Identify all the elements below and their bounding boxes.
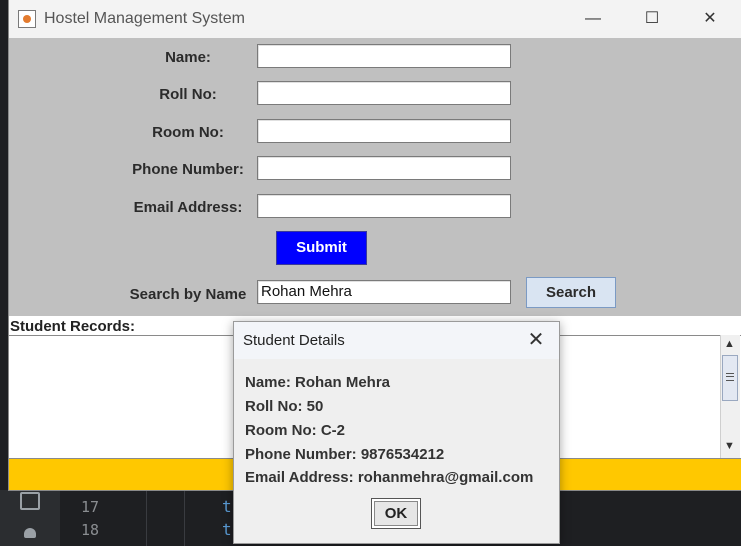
grip-icon [726,373,734,381]
minimize-button[interactable]: — [571,6,615,32]
code-line[interactable]: t [222,497,232,516]
name-label: Name: [165,49,211,66]
scroll-down-icon[interactable]: ▼ [724,440,735,452]
name-field[interactable] [257,44,511,68]
ide-sidebar [0,490,60,546]
phone-field[interactable] [257,156,511,180]
roll-field[interactable] [257,81,511,105]
roll-label: Roll No: [159,86,217,103]
student-details-dialog: Student Details ✕ Name: Rohan Mehra Roll… [233,321,560,544]
line-number: 18 [80,521,100,539]
detail-roll: Roll No: 50 [245,398,324,415]
code-line[interactable]: t [222,520,232,539]
ide-divider [146,490,147,546]
search-label: Search by Name [129,286,247,303]
line-number: 17 [80,498,100,516]
phone-label: Phone Number: [132,161,244,178]
email-field[interactable] [257,194,511,218]
ok-button[interactable]: OK [371,498,421,529]
detail-email: Email Address: rohanmehra@gmail.com [245,469,534,486]
dialog-title: Student Details [243,332,345,349]
room-field[interactable] [257,119,511,143]
email-label: Email Address: [133,199,243,216]
student-records-label: Student Records: [10,318,136,335]
window-title: Hostel Management System [44,10,245,27]
detail-phone: Phone Number: 9876534212 [245,446,445,463]
java-app-icon [18,10,36,28]
close-button[interactable]: ✕ [688,6,732,32]
submit-button[interactable]: Submit [276,231,367,265]
structure-icon[interactable] [20,492,40,510]
room-label: Room No: [152,124,224,141]
records-scrollbar[interactable]: ▲ ▼ [720,335,740,458]
scroll-thumb[interactable] [722,355,738,401]
database-icon[interactable] [24,528,36,538]
maximize-button[interactable]: ☐ [630,6,674,32]
dialog-title-bar[interactable]: Student Details ✕ [234,322,559,359]
title-bar[interactable]: Hostel Management System — ☐ ✕ [9,0,741,38]
search-input[interactable]: Rohan Mehra [257,280,511,304]
ide-divider [184,490,185,546]
scroll-up-icon[interactable]: ▲ [724,338,735,350]
detail-name: Name: Rohan Mehra [245,374,391,391]
dialog-close-button[interactable]: ✕ [524,328,548,352]
search-button[interactable]: Search [526,277,616,308]
detail-room: Room No: C-2 [245,422,345,439]
